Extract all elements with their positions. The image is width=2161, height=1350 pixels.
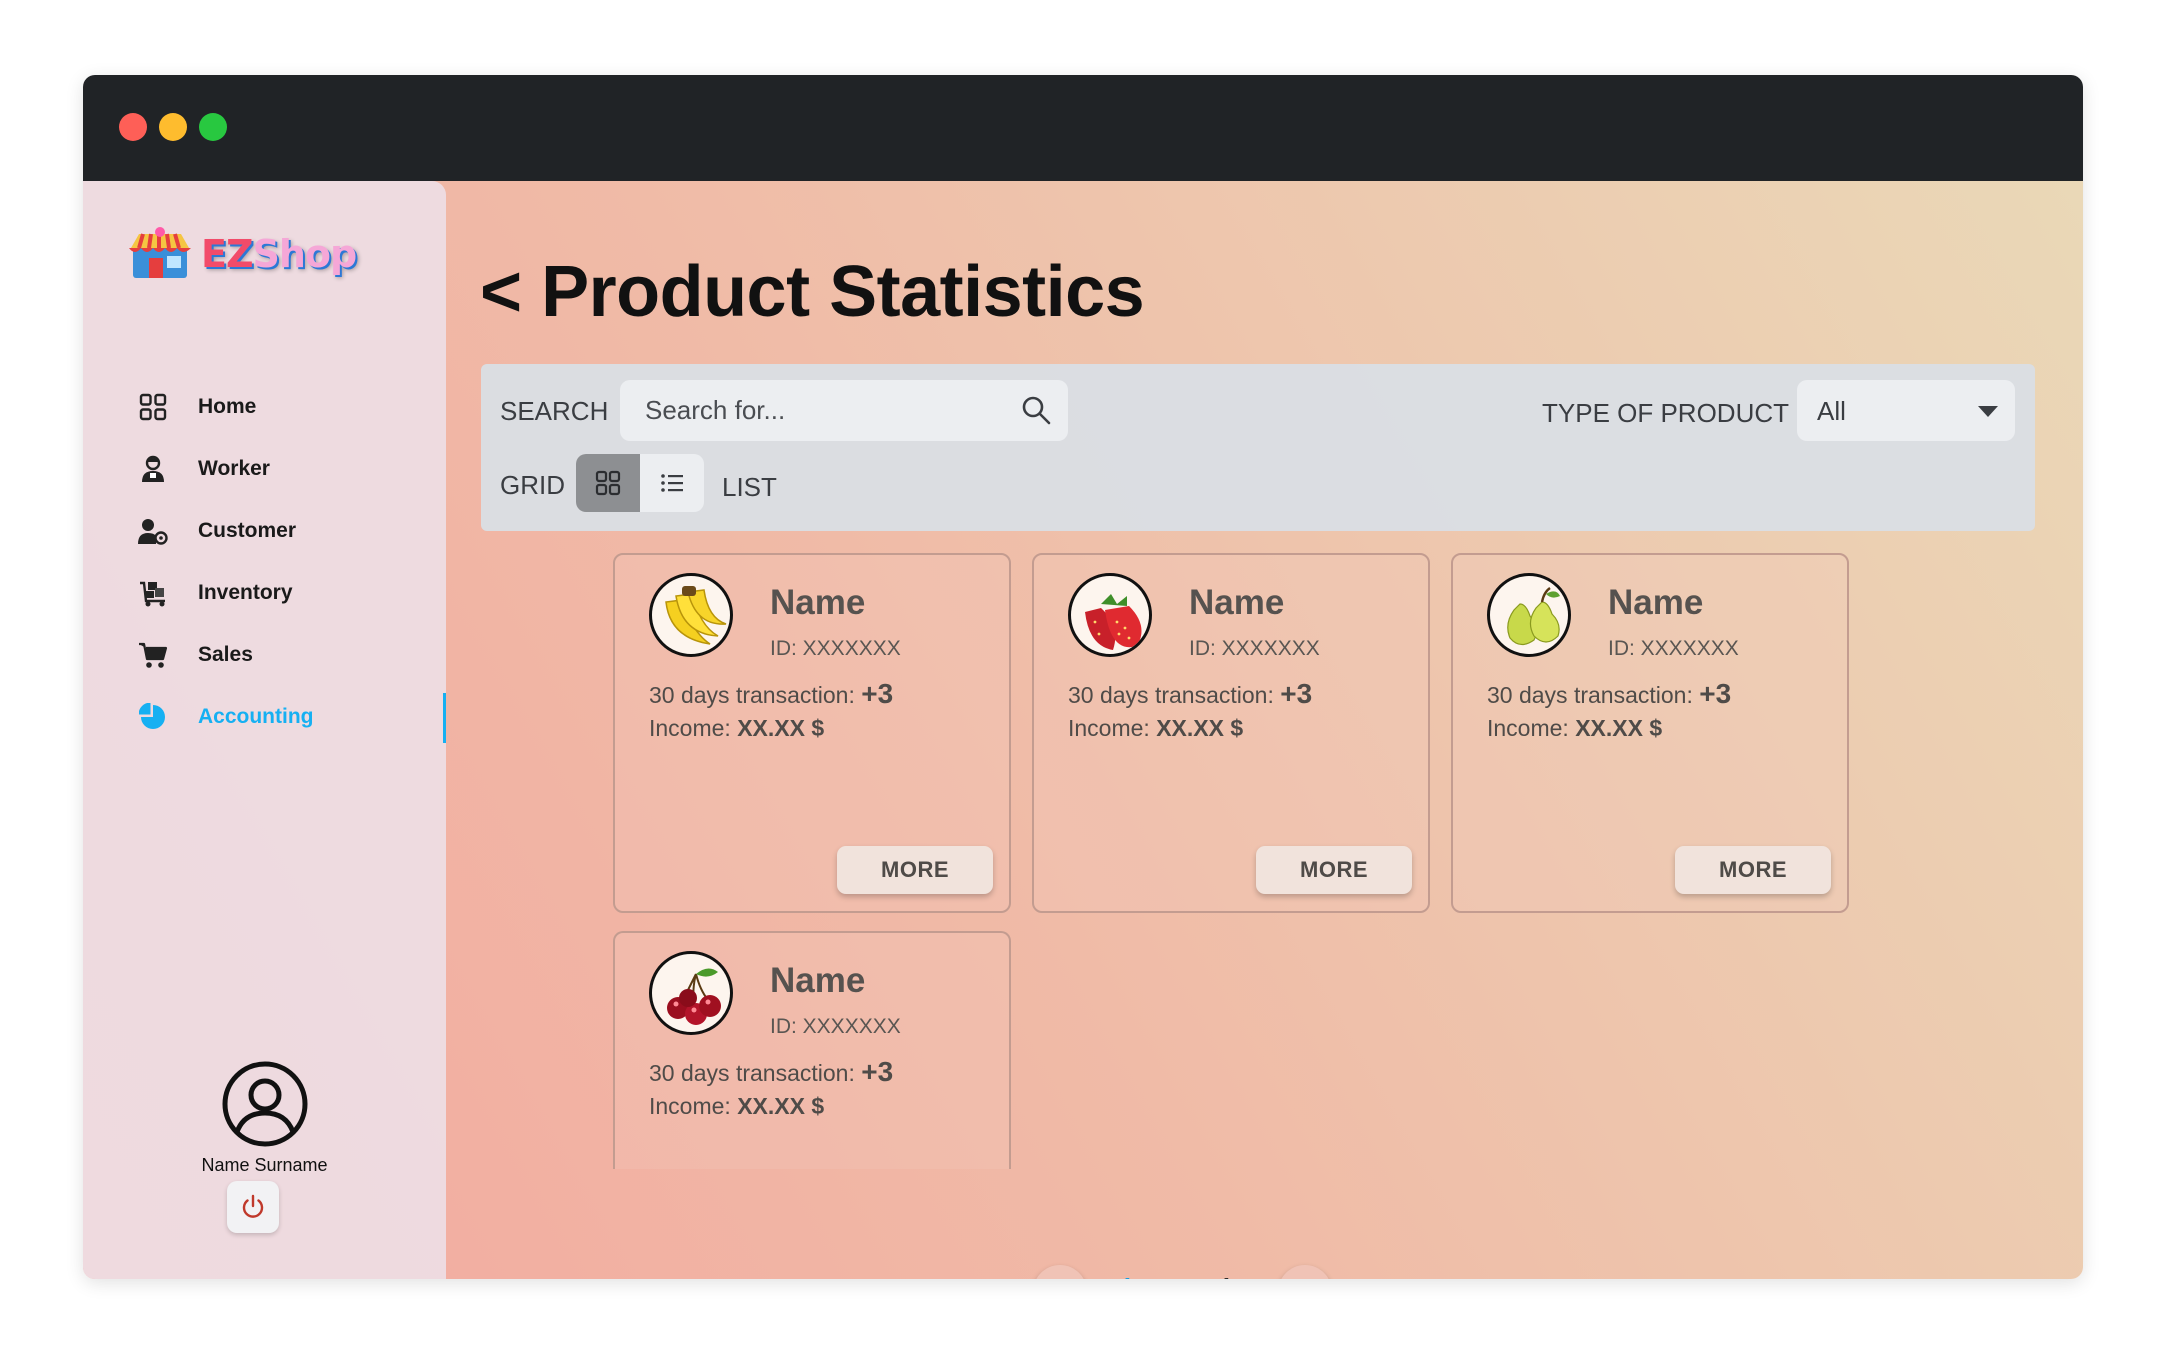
sidebar: EZShop Home Worker Customer Inventory Sa… bbox=[83, 181, 446, 1279]
page-title-text: Product Statistics bbox=[541, 252, 1145, 332]
select-value: All bbox=[1817, 396, 1846, 426]
logo-text: EZShop bbox=[201, 232, 357, 276]
prev-page-button[interactable]: < bbox=[1033, 1265, 1087, 1279]
list-icon bbox=[661, 474, 683, 492]
sidebar-item-label: Customer bbox=[198, 519, 297, 542]
app-window: EZShop Home Worker Customer Inventory Sa… bbox=[83, 75, 2083, 1279]
product-card: Name ID: XXXXXXX 30 days transaction: +3… bbox=[1451, 553, 1849, 913]
product-name: Name bbox=[770, 583, 866, 622]
sidebar-item-label: Sales bbox=[198, 643, 253, 666]
logo[interactable]: EZShop bbox=[127, 226, 357, 282]
page-of-label: of bbox=[1168, 1278, 1192, 1279]
sidebar-item-label: Accounting bbox=[198, 705, 314, 728]
sidebar-item-label: Inventory bbox=[198, 581, 293, 604]
product-transactions: 30 days transaction: +3 bbox=[649, 678, 894, 709]
search-icon[interactable] bbox=[1020, 394, 1052, 426]
product-id: ID: XXXXXXX bbox=[1608, 637, 1739, 660]
product-name: Name bbox=[1189, 583, 1285, 622]
page-title: < Product Statistics bbox=[480, 251, 1145, 333]
user-profile[interactable]: Name Surname bbox=[83, 1061, 446, 1176]
search-input[interactable] bbox=[620, 380, 1068, 441]
strawberry-image bbox=[1068, 573, 1152, 657]
maximize-window-button[interactable] bbox=[199, 113, 227, 141]
product-transactions: 30 days transaction: +3 bbox=[1068, 678, 1313, 709]
worker-icon bbox=[138, 454, 168, 484]
pear-image bbox=[1487, 573, 1571, 657]
product-name: Name bbox=[1608, 583, 1704, 622]
sidebar-item-label: Home bbox=[198, 395, 257, 418]
shop-logo-icon bbox=[129, 227, 191, 278]
product-income: Income: XX.XX $ bbox=[1487, 715, 1663, 741]
cherry-image bbox=[649, 951, 733, 1035]
back-button[interactable]: < bbox=[480, 252, 522, 332]
list-view-button[interactable] bbox=[640, 454, 704, 512]
more-button[interactable]: MORE bbox=[837, 846, 993, 894]
user-name: Name Surname bbox=[201, 1155, 328, 1175]
grid-icon bbox=[138, 392, 168, 422]
power-icon bbox=[242, 1194, 264, 1218]
product-id: ID: XXXXXXX bbox=[1189, 637, 1320, 660]
cart-icon bbox=[138, 640, 168, 670]
chevron-down-icon bbox=[1978, 406, 1998, 417]
sidebar-item-inventory[interactable]: Inventory bbox=[138, 562, 446, 624]
sidebar-item-label: Worker bbox=[198, 457, 270, 480]
logout-button[interactable] bbox=[227, 1181, 279, 1233]
more-button[interactable]: MORE bbox=[1675, 846, 1831, 894]
grid-label: GRID bbox=[500, 470, 565, 500]
inventory-icon bbox=[138, 578, 168, 608]
avatar-icon bbox=[222, 1061, 308, 1147]
filter-toolbar: SEARCH TYPE OF PRODUCT All GRID LIST bbox=[481, 364, 2035, 531]
product-income: Income: XX.XX $ bbox=[649, 1093, 825, 1119]
grid-view-button[interactable] bbox=[576, 454, 640, 512]
type-of-product-select[interactable]: All bbox=[1797, 380, 2015, 441]
pie-chart-icon bbox=[138, 702, 168, 732]
customer-icon bbox=[138, 516, 168, 546]
more-button[interactable]: MORE bbox=[1256, 846, 1412, 894]
grid-icon bbox=[595, 470, 621, 496]
search-label: SEARCH bbox=[500, 396, 609, 426]
main-content: EZShop Home Worker Customer Inventory Sa… bbox=[83, 181, 2083, 1279]
type-of-product-label: TYPE OF PRODUCT bbox=[1542, 398, 1790, 428]
total-pages: 1 bbox=[1216, 1270, 1236, 1279]
product-income: Income: XX.XX $ bbox=[1068, 715, 1244, 741]
sidebar-item-sales[interactable]: Sales bbox=[138, 624, 446, 686]
sidebar-item-accounting[interactable]: Accounting bbox=[138, 686, 446, 748]
minimize-window-button[interactable] bbox=[159, 113, 187, 141]
list-label: LIST bbox=[722, 472, 777, 502]
product-card: Name ID: XXXXXXX 30 days transaction: +3… bbox=[613, 931, 1011, 1169]
product-transactions: 30 days transaction: +3 bbox=[1487, 678, 1732, 709]
sidebar-item-home[interactable]: Home bbox=[138, 376, 446, 438]
banana-image bbox=[649, 573, 733, 657]
product-id: ID: XXXXXXX bbox=[770, 1015, 901, 1038]
product-card: Name ID: XXXXXXX 30 days transaction: +3… bbox=[613, 553, 1011, 913]
close-window-button[interactable] bbox=[119, 113, 147, 141]
next-page-button[interactable]: > bbox=[1278, 1265, 1332, 1279]
product-name: Name bbox=[770, 961, 866, 1000]
sidebar-item-customer[interactable]: Customer bbox=[138, 500, 446, 562]
title-bar bbox=[83, 75, 2083, 181]
product-income: Income: XX.XX $ bbox=[649, 715, 825, 741]
current-page[interactable]: 1 bbox=[1113, 1270, 1141, 1279]
view-toggle bbox=[576, 454, 704, 512]
product-transactions: 30 days transaction: +3 bbox=[649, 1056, 894, 1087]
product-id: ID: XXXXXXX bbox=[770, 637, 901, 660]
search-field bbox=[620, 380, 1068, 441]
product-card: Name ID: XXXXXXX 30 days transaction: +3… bbox=[1032, 553, 1430, 913]
sidebar-nav: Home Worker Customer Inventory Sales Acc… bbox=[138, 376, 446, 748]
sidebar-item-worker[interactable]: Worker bbox=[138, 438, 446, 500]
